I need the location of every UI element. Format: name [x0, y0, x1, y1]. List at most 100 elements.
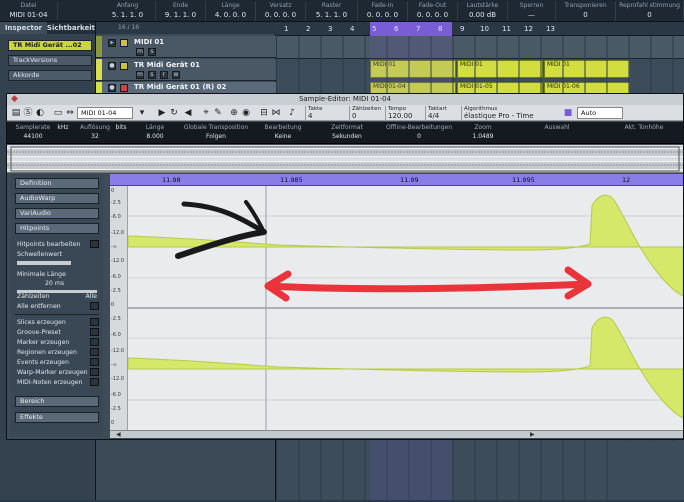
ei-global-transposition[interactable]: Globale Transposition Folgen [179, 123, 253, 143]
quantize-icon[interactable]: ⋈ [271, 108, 281, 118]
loop-icon[interactable]: ↻ [169, 108, 179, 118]
beats-row[interactable]: Zählzeiten Alle [15, 292, 99, 301]
editor-toolbar: ▤ Ⓢ ◐ ▭ ⇔ MIDI 01-04 ▾ ▶ ↻ ◀ ⌖ ✎ ⊕ ◉ ⊟ ⋈… [7, 105, 683, 121]
range-select-icon[interactable]: ⇔ [65, 108, 75, 118]
action-icon[interactable] [90, 378, 99, 386]
info-col-end[interactable]: Ende 9. 1. 1. 0 [156, 1, 206, 21]
solo-button[interactable]: s [148, 71, 156, 79]
auto-scroll-select[interactable]: Auto [577, 107, 623, 119]
sample-editor-window[interactable]: Sample-Editor: MIDI 01-04 ◆ ▤ Ⓢ ◐ ▭ ⇔ MI… [6, 93, 684, 440]
mute-button[interactable]: m [136, 48, 144, 56]
threshold-slider[interactable] [17, 261, 71, 265]
tab-visibility[interactable]: Sichtbarkeit [47, 22, 95, 34]
scroll-right-icon[interactable]: ▶ [530, 431, 538, 438]
time-ruler[interactable]: 11.98 11.985 11.99 11.995 12 [110, 174, 683, 186]
field-algorithm[interactable]: Algorithmus élastique Pro - Time [461, 106, 559, 120]
track-row[interactable]: ▸ MIDI 01 m s [96, 36, 276, 58]
track-name[interactable]: TR Midi Gerät 01 [134, 61, 200, 69]
monitor-button[interactable] [120, 62, 128, 70]
show-info-icon[interactable]: ▭ [53, 108, 63, 118]
record-button[interactable]: ● [108, 84, 116, 92]
action-icon[interactable] [90, 358, 99, 366]
volume-icon[interactable]: ◀ [183, 108, 193, 118]
zoom-tool-icon[interactable]: ⊕ [229, 108, 239, 118]
info-col-volume[interactable]: Lautstärke 0.00 dB [458, 1, 508, 21]
info-col-snap[interactable]: Raster 5. 1. 1. 0 [306, 1, 358, 21]
info-col-offset[interactable]: Versatz 0. 0. 0. 0 [256, 1, 306, 21]
create-regions-item[interactable]: Regionen erzeugen [15, 348, 99, 357]
inspector-row-trackversions[interactable]: TrackVersions [8, 55, 92, 66]
remove-icon[interactable] [90, 302, 99, 310]
info-col-start[interactable]: Anfang 5. 1. 1. 0 [100, 1, 156, 21]
create-events-item[interactable]: Events erzeugen [15, 358, 99, 367]
ei-offline-processes: Offline-Bearbeitungen 0 [385, 124, 452, 140]
snap-icon[interactable]: ⊟ [259, 108, 269, 118]
action-icon[interactable] [90, 368, 99, 376]
arrange-ruler[interactable]: 1 2 3 4 5 6 7 8 9 10 11 12 13 [277, 22, 684, 36]
draw-tool-icon[interactable]: ✎ [213, 108, 223, 118]
section-variaudio[interactable]: VariAudio [15, 208, 99, 219]
section-effects[interactable]: Effekte [15, 412, 99, 423]
event-select[interactable]: MIDI 01-04 [77, 107, 133, 119]
info-col-fade-out[interactable]: Fade-Out 0. 0. 0. 0 [408, 1, 458, 21]
ei-processing: Bearbeitung Keine [264, 124, 302, 140]
select-tool-icon[interactable]: ⌖ [201, 108, 211, 118]
remove-all-item[interactable]: Alle entfernen [15, 302, 99, 311]
expand-icon[interactable]: ▸ [108, 39, 116, 47]
create-midi-notes-item[interactable]: MIDI-Noten erzeugen [15, 378, 99, 387]
action-icon[interactable] [90, 348, 99, 356]
create-slices-item[interactable]: Slices erzeugen [15, 318, 99, 327]
track-name[interactable]: TR Midi Gerät 01 (R) 02 [134, 83, 226, 91]
create-warp-markers-item[interactable]: Warp-Marker erzeugen [15, 368, 99, 377]
field-beats[interactable]: Zählzeiten 0 [349, 106, 385, 120]
info-col-file[interactable]: Datei MIDI 01-04 [0, 1, 58, 21]
waveform-overview[interactable] [7, 145, 683, 173]
ei-timeformat[interactable]: Zeitformat Sekunden [317, 123, 377, 143]
musical-mode-icon[interactable]: ♪ [287, 108, 297, 118]
record-enable-icon[interactable] [120, 84, 128, 92]
info-col-fade-in[interactable]: Fade-In 0. 0. 0. 0 [358, 1, 408, 21]
solo-icon[interactable]: Ⓢ [23, 108, 33, 118]
waveform-area[interactable]: 11.98 11.985 11.99 11.995 12 0 -2.5 -6.0… [110, 174, 683, 438]
action-icon[interactable] [90, 338, 99, 346]
tab-inspector[interactable]: Inspector [0, 22, 47, 34]
horizontal-scrollbar[interactable]: ◀ ▶ [110, 430, 683, 438]
info-col-finetune[interactable]: Reprofahl stimmung 0 [616, 1, 684, 21]
min-length-value[interactable]: 20 ms [15, 279, 99, 288]
section-definition[interactable]: Definition [15, 178, 99, 189]
record-button[interactable]: ● [108, 62, 116, 70]
scroll-left-icon[interactable]: ◀ [116, 431, 124, 438]
read-button[interactable]: r [160, 71, 168, 79]
field-bars[interactable]: Takte 4 [305, 106, 349, 120]
play-icon[interactable] [90, 240, 99, 248]
chevron-down-icon[interactable]: ▾ [137, 108, 147, 118]
info-toggle-icon[interactable]: ▤ [11, 108, 21, 118]
section-range[interactable]: Bereich [15, 396, 99, 407]
field-signature[interactable]: Taktart 4/4 [425, 106, 461, 120]
section-hitpoints[interactable]: Hitpoints [15, 223, 99, 234]
inspector-row-chords[interactable]: Akkorde [8, 70, 92, 81]
info-col-transpose[interactable]: Transponieren 0 [556, 1, 616, 21]
solo-button[interactable]: s [148, 48, 156, 56]
action-icon[interactable] [90, 318, 99, 326]
beats-value[interactable]: Alle [86, 292, 97, 301]
mute-button[interactable]: m [136, 71, 144, 79]
play-icon[interactable]: ▶ [157, 108, 167, 118]
waveform-display[interactable] [128, 186, 683, 430]
field-tempo[interactable]: Tempo 120.00 [385, 106, 425, 120]
create-markers-item[interactable]: Marker erzeugen [15, 338, 99, 347]
inspector-track-name[interactable]: TR Midi Gerät ...02 [8, 40, 92, 51]
color-icon[interactable]: ■ [563, 108, 573, 118]
editor-titlebar[interactable]: Sample-Editor: MIDI 01-04 [7, 94, 683, 105]
info-col-length[interactable]: Länge 4. 0. 0. 0 [206, 1, 256, 21]
groove-preset-item[interactable]: Groove-Preset [15, 328, 99, 337]
track-name[interactable]: MIDI 01 [134, 38, 164, 46]
scrub-tool-icon[interactable]: ◉ [241, 108, 251, 118]
action-icon[interactable] [90, 328, 99, 336]
track-row[interactable]: ● TR Midi Gerät 01 m s r w [96, 59, 276, 81]
hitpoints-edit-item[interactable]: Hitpoints bearbeiten [15, 240, 99, 249]
section-audiowarp[interactable]: AudioWarp [15, 193, 99, 204]
info-col-lock[interactable]: Sperren — [508, 1, 556, 21]
listen-icon[interactable]: ◐ [35, 108, 45, 118]
write-button[interactable]: w [172, 71, 180, 79]
